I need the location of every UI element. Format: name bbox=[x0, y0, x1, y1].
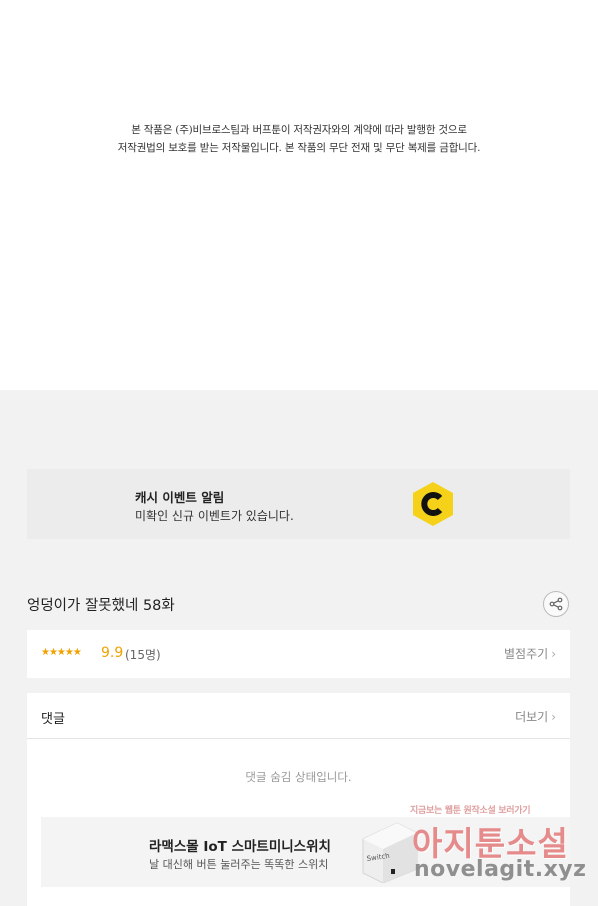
rating-score: 9.9 bbox=[101, 645, 124, 661]
comment-title: 댓글 bbox=[41, 712, 65, 727]
star-rating-icon: ★★★★★ bbox=[41, 647, 82, 658]
ad-subtitle: 날 대신해 버튼 눌러주는 똑똑한 스위치 bbox=[149, 858, 329, 871]
comment-hidden-message: 댓글 숨김 상태입니다. bbox=[245, 770, 352, 784]
rate-button-label: 별점주기 bbox=[504, 647, 549, 661]
watermark-url: novelagit.xyz bbox=[414, 857, 587, 882]
chevron-right-icon: › bbox=[551, 710, 556, 724]
chevron-right-icon: › bbox=[551, 647, 556, 661]
cash-event-title: 캐시 이벤트 알림 bbox=[135, 490, 225, 505]
rating-count: (15명) bbox=[125, 648, 161, 662]
comment-more-label: 더보기 bbox=[515, 710, 549, 724]
share-button[interactable] bbox=[543, 591, 569, 617]
comment-more-button[interactable]: 더보기 › bbox=[515, 708, 556, 725]
cash-event-subtitle: 미확인 신규 이벤트가 있습니다. bbox=[135, 509, 294, 523]
comment-header: 댓글 더보기 › bbox=[27, 693, 570, 739]
episode-title: 엉덩이가 잘못했네 58화 bbox=[27, 598, 175, 614]
copyright-notice: 본 작품은 (주)비브로스팀과 버프툰이 저작권자와의 계약에 따라 발행한 것… bbox=[0, 0, 598, 390]
copyright-line-2: 저작권법의 보호를 받는 저작물입니다. 본 작품의 무단 전재 및 무단 복제… bbox=[117, 142, 481, 154]
copyright-line-1: 본 작품은 (주)비브로스팀과 버프툰이 저작권자와의 계약에 따라 발행한 것… bbox=[131, 124, 467, 136]
site-watermark: 지금보는 웹툰 원작소설 보러가기 아지툰소설 novelagit.xyz bbox=[408, 803, 586, 889]
watermark-tagline: 지금보는 웹툰 원작소설 보러가기 bbox=[410, 806, 531, 816]
cash-event-banner[interactable]: 캐시 이벤트 알림 미확인 신규 이벤트가 있습니다. bbox=[27, 469, 570, 539]
ad-title: 라맥스몰 IoT 스마트미니스위치 bbox=[149, 839, 331, 855]
rate-button[interactable]: 별점주기 › bbox=[504, 645, 556, 662]
rating-box: ★★★★★ 9.9 (15명) 별점주기 › bbox=[27, 630, 570, 678]
cash-c-logo-icon bbox=[411, 481, 455, 527]
share-icon bbox=[549, 597, 563, 611]
